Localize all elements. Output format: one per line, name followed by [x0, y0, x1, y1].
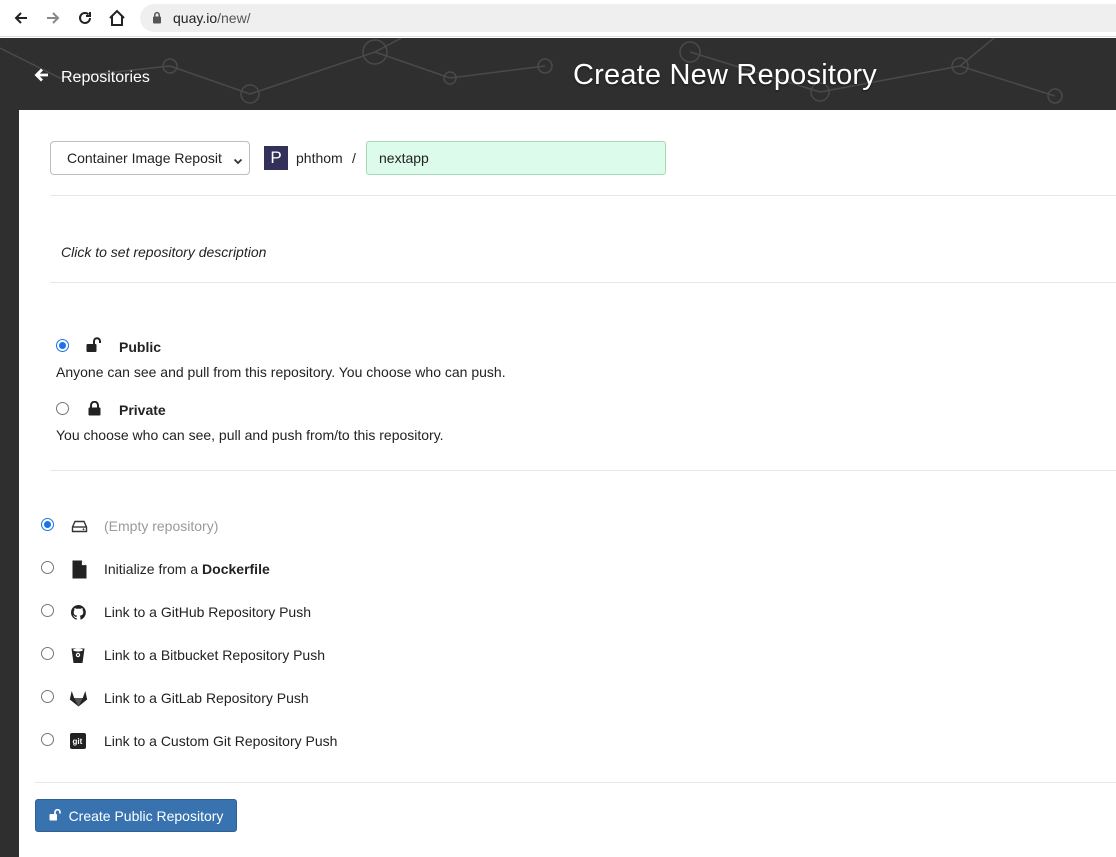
- browser-toolbar: quay.io/new/: [0, 0, 1116, 37]
- back-link-label: Repositories: [61, 68, 150, 86]
- namespace-separator: /: [352, 150, 356, 166]
- init-dockerfile-radio[interactable]: [41, 561, 54, 574]
- namespace-name: phthom: [296, 150, 343, 166]
- svg-text:git: git: [73, 737, 83, 746]
- create-repository-button[interactable]: Create Public Repository: [35, 799, 237, 832]
- create-button-label: Create Public Repository: [68, 807, 224, 824]
- private-description: You choose who can see, pull and push fr…: [56, 427, 444, 443]
- divider: [50, 195, 1116, 196]
- init-gitlab-label: Link to a GitLab Repository Push: [104, 690, 309, 706]
- init-custom-git-radio[interactable]: [41, 733, 54, 746]
- lock-icon: [86, 400, 102, 416]
- init-bitbucket-radio[interactable]: [41, 647, 54, 660]
- init-empty-radio[interactable]: [41, 518, 54, 531]
- repo-kind-select[interactable]: Container Image Reposit: [50, 141, 250, 175]
- public-label: Public: [119, 339, 162, 355]
- init-empty-label: (Empty repository): [104, 518, 219, 534]
- drive-icon: [70, 518, 88, 534]
- gitlab-icon: [68, 689, 88, 707]
- back-arrow-icon[interactable]: [9, 7, 33, 29]
- divider: [35, 782, 1116, 783]
- public-radio[interactable]: [56, 339, 69, 352]
- private-radio[interactable]: [56, 402, 69, 415]
- init-dockerfile-label: Initialize from a Dockerfile: [104, 561, 270, 577]
- init-gitlab-radio[interactable]: [41, 690, 54, 703]
- page-title: Create New Repository: [573, 59, 877, 91]
- init-bitbucket-label: Link to a Bitbucket Repository Push: [104, 647, 326, 663]
- lock-icon: [152, 11, 162, 27]
- repo-name-input[interactable]: [366, 141, 666, 175]
- init-custom-git-label: Link to a Custom Git Repository Push: [104, 733, 338, 749]
- unlock-icon: [49, 808, 62, 824]
- arrow-left-icon: [34, 68, 49, 87]
- unlock-icon: [85, 337, 103, 353]
- repo-kind-value: Container Image Reposit: [67, 150, 222, 166]
- chevron-down-icon: [233, 153, 243, 169]
- url-text: quay.io/new/: [173, 10, 251, 26]
- divider: [50, 282, 1116, 283]
- left-side-band: [0, 110, 19, 857]
- public-description: Anyone can see and pull from this reposi…: [56, 364, 506, 380]
- file-icon: [71, 559, 87, 579]
- home-icon[interactable]: [105, 7, 129, 29]
- git-icon: git: [70, 733, 86, 749]
- github-icon: [70, 604, 86, 620]
- address-bar[interactable]: quay.io/new/: [140, 4, 1116, 32]
- forward-arrow-icon[interactable]: [41, 7, 65, 29]
- reload-icon[interactable]: [73, 7, 97, 29]
- init-github-label: Link to a GitHub Repository Push: [104, 604, 311, 620]
- repositories-back-link[interactable]: Repositories: [34, 68, 150, 87]
- private-label: Private: [119, 402, 166, 418]
- repo-description-editor[interactable]: Click to set repository description: [61, 244, 266, 260]
- page-header: [0, 38, 1116, 110]
- network-pattern-decoration: [0, 38, 1063, 104]
- divider: [50, 470, 1116, 471]
- bitbucket-icon: [70, 646, 86, 664]
- init-github-radio[interactable]: [41, 604, 54, 617]
- namespace-avatar: P: [264, 146, 288, 170]
